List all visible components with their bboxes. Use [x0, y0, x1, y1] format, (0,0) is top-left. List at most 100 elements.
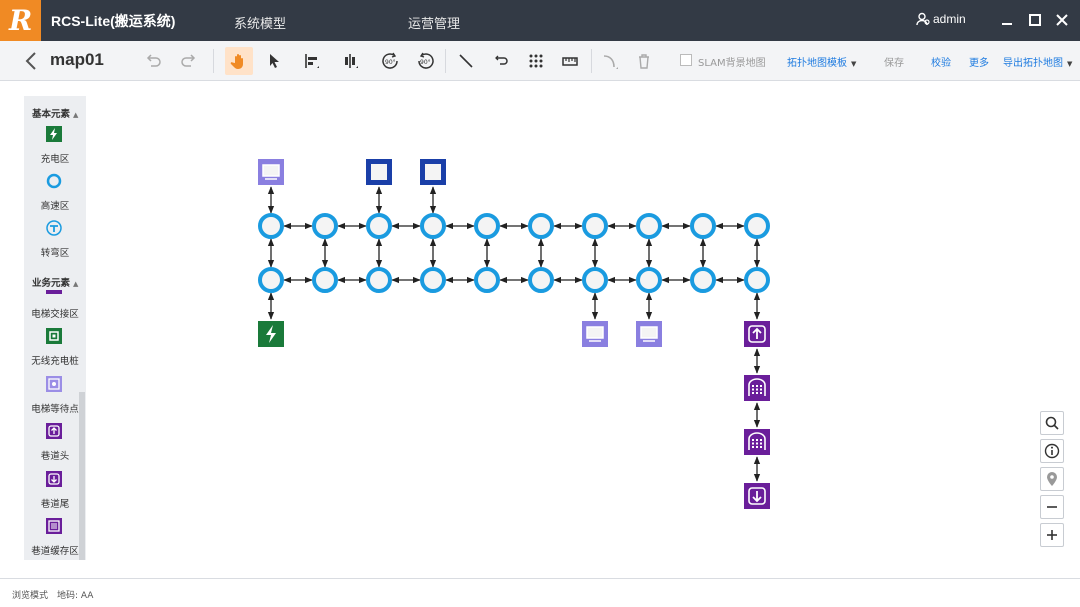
- map-node[interactable]: [420, 267, 446, 293]
- locate-button[interactable]: [1040, 467, 1064, 491]
- basic-elements-header[interactable]: 基本元素 ▲: [32, 106, 78, 120]
- export-topology-label: 导出拓扑地图: [1003, 58, 1063, 69]
- charge-station[interactable]: [258, 321, 284, 347]
- zoom-in-button[interactable]: [1040, 523, 1064, 547]
- palette-item-label: 巷道头: [40, 451, 70, 462]
- map-node[interactable]: [258, 267, 284, 293]
- workstation-station[interactable]: [636, 321, 662, 347]
- info-button[interactable]: [1040, 439, 1064, 463]
- undo-button[interactable]: [139, 47, 167, 75]
- map-node[interactable]: [312, 267, 338, 293]
- charge-zone-icon[interactable]: [46, 126, 62, 142]
- user-name: admin: [933, 12, 966, 26]
- turn-zone-icon[interactable]: [46, 220, 62, 236]
- aisle-tail-station[interactable]: [744, 483, 770, 509]
- rotate-ccw-button[interactable]: 90°: [410, 47, 438, 75]
- high-speed-zone-icon[interactable]: [46, 173, 62, 189]
- align-left-icon: [305, 54, 319, 68]
- map-node[interactable]: [636, 213, 662, 239]
- export-topology-dropdown[interactable]: 导出拓扑地图 ▼: [1003, 54, 1072, 69]
- slam-background-label[interactable]: SLAM背景地图: [698, 54, 766, 69]
- app-logo: R: [0, 0, 41, 41]
- more-button[interactable]: 更多: [969, 54, 989, 69]
- map-node[interactable]: [528, 213, 554, 239]
- minimize-icon[interactable]: [999, 12, 1015, 28]
- storage-station[interactable]: [420, 159, 446, 185]
- map-node[interactable]: [258, 213, 284, 239]
- zoom-out-icon: [1047, 506, 1057, 508]
- map-node[interactable]: [690, 213, 716, 239]
- zoom-out-button[interactable]: [1040, 495, 1064, 519]
- ruler-icon: [562, 57, 578, 66]
- map-node[interactable]: [312, 213, 338, 239]
- map-node[interactable]: [474, 213, 500, 239]
- storage-station[interactable]: [366, 159, 392, 185]
- close-icon[interactable]: [1054, 12, 1070, 28]
- ruler-tool-button[interactable]: [556, 47, 584, 75]
- palette-item-label: 电梯等待点: [31, 404, 79, 415]
- align-left-button[interactable]: [298, 47, 326, 75]
- elevator-wait-icon[interactable]: [46, 376, 62, 392]
- map-node[interactable]: [420, 213, 446, 239]
- topology-template-label: 拓扑地图模板: [787, 58, 847, 69]
- toolbar-separator: [445, 49, 446, 73]
- map-node[interactable]: [366, 213, 392, 239]
- grid-tool-button[interactable]: [522, 47, 550, 75]
- topology-template-dropdown[interactable]: 拓扑地图模板 ▼: [787, 54, 856, 69]
- map-node[interactable]: [528, 267, 554, 293]
- curve-icon: [495, 55, 508, 65]
- menu-operations[interactable]: 运营管理: [408, 13, 460, 32]
- back-icon[interactable]: [24, 50, 38, 72]
- aisle-head-icon[interactable]: [46, 423, 62, 439]
- workstation-station[interactable]: [258, 159, 284, 185]
- verify-button[interactable]: 校验: [931, 54, 951, 69]
- map-node[interactable]: [474, 267, 500, 293]
- info-icon: [1044, 443, 1060, 459]
- map-node[interactable]: [636, 267, 662, 293]
- aisle-tail-icon[interactable]: [46, 471, 62, 487]
- slam-checkbox[interactable]: [680, 54, 692, 66]
- wireless-charger-icon[interactable]: [46, 328, 62, 344]
- aisle-buffer-icon[interactable]: [46, 518, 62, 534]
- map-node[interactable]: [582, 267, 608, 293]
- redo-icon: [181, 54, 196, 67]
- sidebar-scrollbar[interactable]: [79, 392, 85, 560]
- delete-button[interactable]: [630, 47, 658, 75]
- business-elements-title: 业务元素: [32, 278, 71, 289]
- search-map-button[interactable]: [1040, 411, 1064, 435]
- menu-system-model[interactable]: 系统模型: [234, 13, 286, 32]
- map-node[interactable]: [744, 213, 770, 239]
- collapse-caret-icon: ▲: [73, 280, 79, 288]
- rotate-cw-button[interactable]: 90°: [376, 47, 404, 75]
- palette-item-label: 巷道缓存区: [31, 546, 79, 557]
- map-node[interactable]: [366, 267, 392, 293]
- map-canvas[interactable]: [96, 82, 1080, 578]
- redo-button[interactable]: [175, 47, 203, 75]
- rotate-ccw-label: 90°: [420, 59, 431, 66]
- status-bar: 浏览模式 地码: AA: [0, 578, 1080, 607]
- curve-tool-button[interactable]: [488, 47, 516, 75]
- line-tool-button[interactable]: [452, 47, 480, 75]
- select-tool-button[interactable]: [260, 47, 288, 75]
- map-node[interactable]: [744, 267, 770, 293]
- save-button[interactable]: 保存: [884, 54, 904, 69]
- map-node[interactable]: [690, 267, 716, 293]
- dropdown-caret-icon: ▼: [851, 60, 857, 68]
- title-bar: R RCS-Lite(搬运系统) 系统模型 运营管理 admin: [0, 0, 1080, 41]
- workstation-station[interactable]: [582, 321, 608, 347]
- maximize-icon[interactable]: [1027, 12, 1043, 28]
- aisle-buffer-station[interactable]: [744, 375, 770, 401]
- rotate-cw-label: 90°: [385, 59, 396, 66]
- aisle-buffer-station[interactable]: [744, 429, 770, 455]
- zoom-in-icon: [1047, 530, 1057, 540]
- elevator-handover-icon[interactable]: [46, 290, 62, 296]
- pan-tool-button[interactable]: [225, 47, 253, 75]
- location-icon: [1047, 472, 1057, 486]
- aisle-head-station[interactable]: [744, 321, 770, 347]
- user-menu[interactable]: admin: [916, 12, 966, 26]
- arc-tool-button[interactable]: [596, 47, 624, 75]
- search-icon: [1045, 416, 1059, 430]
- business-elements-header[interactable]: 业务元素 ▲: [32, 275, 78, 289]
- align-center-button[interactable]: [336, 47, 364, 75]
- map-node[interactable]: [582, 213, 608, 239]
